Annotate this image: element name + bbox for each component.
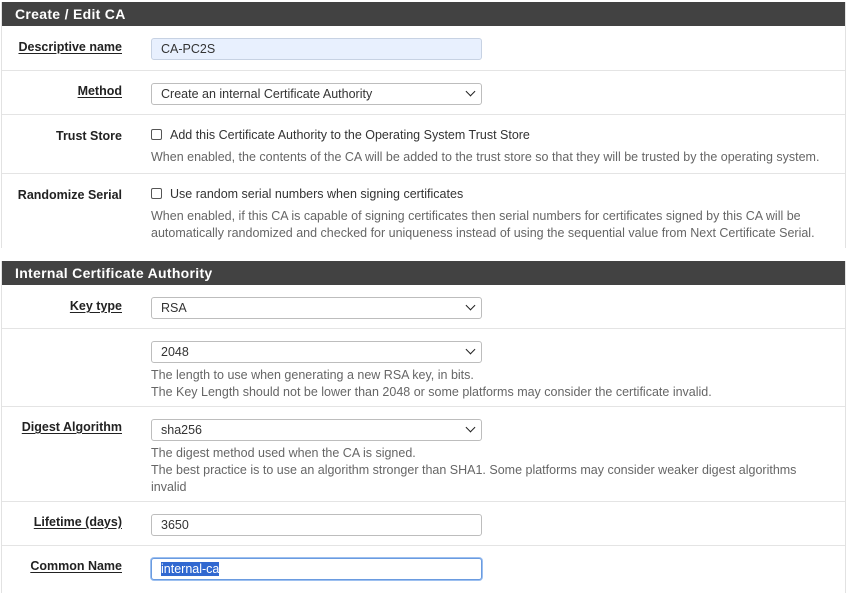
method-selected-value: Create an internal Certificate Authority: [161, 87, 373, 101]
common-name-row: Common Name internal-ca: [2, 546, 845, 593]
descriptive-name-row: Descriptive name CA-PC2S: [2, 26, 845, 71]
descriptive-name-value: CA-PC2S: [161, 42, 216, 56]
key-length-select[interactable]: 2048: [151, 341, 482, 363]
randomize-serial-option: Use random serial numbers when signing c…: [151, 187, 463, 201]
randomize-serial-help: When enabled, if this CA is capable of s…: [151, 208, 841, 242]
key-length-help-line: The length to use when generating a new …: [151, 368, 474, 382]
randomize-serial-row: Randomize Serial Use random serial numbe…: [2, 174, 845, 248]
trust-store-help: When enabled, the contents of the CA wil…: [151, 150, 820, 164]
common-name-label: Common Name: [30, 559, 122, 573]
key-length-row: 2048 The length to use when generating a…: [2, 329, 845, 407]
key-length-help-line: The Key Length should not be lower than …: [151, 385, 712, 399]
randomize-serial-checkbox-label[interactable]: Use random serial numbers when signing c…: [170, 187, 463, 201]
digest-algorithm-label: Digest Algorithm: [21, 420, 122, 434]
chevron-down-icon: [465, 300, 476, 311]
lifetime-input[interactable]: 3650: [151, 514, 482, 536]
digest-algorithm-select[interactable]: sha256: [151, 419, 482, 441]
digest-help-line: invalid: [151, 480, 187, 494]
digest-help-line: The digest method used when the CA is si…: [151, 446, 416, 460]
digest-help-line: The best practice is to use an algorithm…: [151, 463, 797, 477]
trust-store-checkbox[interactable]: [151, 129, 162, 141]
chevron-down-icon: [465, 344, 476, 355]
internal-ca-panel: Internal Certificate Authority Key type …: [1, 261, 846, 593]
common-name-value: internal-ca: [161, 562, 220, 576]
common-name-input[interactable]: internal-ca: [151, 558, 482, 580]
trust-store-label: Trust Store: [56, 129, 122, 143]
key-length-help: The length to use when generating a new …: [151, 367, 841, 401]
key-type-label: Key type: [69, 299, 122, 313]
lifetime-label: Lifetime (days): [33, 515, 122, 529]
panel-heading: Create / Edit CA: [2, 2, 845, 26]
trust-store-checkbox-label[interactable]: Add this Certificate Authority to the Op…: [170, 128, 530, 142]
descriptive-name-input[interactable]: CA-PC2S: [151, 38, 482, 60]
key-type-select[interactable]: RSA: [151, 297, 482, 319]
lifetime-row: Lifetime (days) 3650: [2, 502, 845, 546]
randomize-serial-help-line: When enabled, if this CA is capable of s…: [151, 209, 801, 223]
method-label: Method: [77, 84, 122, 98]
descriptive-name-label: Descriptive name: [18, 40, 122, 54]
digest-help: The digest method used when the CA is si…: [151, 445, 841, 496]
panel-heading: Internal Certificate Authority: [2, 261, 845, 285]
digest-row: Digest Algorithm sha256 The digest metho…: [2, 407, 845, 502]
create-edit-ca-panel: Create / Edit CA Descriptive name CA-PC2…: [1, 2, 846, 248]
method-select[interactable]: Create an internal Certificate Authority: [151, 83, 482, 105]
randomize-serial-checkbox[interactable]: [151, 188, 162, 200]
key-type-selected-value: RSA: [161, 301, 187, 315]
digest-algorithm-selected-value: sha256: [161, 423, 203, 437]
trust-store-row: Trust Store Add this Certificate Authori…: [2, 115, 845, 174]
trust-store-option: Add this Certificate Authority to the Op…: [151, 128, 530, 142]
key-length-selected-value: 2048: [161, 345, 189, 359]
key-type-row: Key type RSA: [2, 285, 845, 329]
chevron-down-icon: [465, 422, 476, 433]
method-row: Method Create an internal Certificate Au…: [2, 71, 845, 115]
lifetime-value: 3650: [161, 518, 189, 532]
chevron-down-icon: [465, 86, 476, 97]
randomize-serial-help-line: automatically randomized and checked for…: [151, 226, 815, 240]
randomize-serial-label: Randomize Serial: [17, 188, 122, 202]
